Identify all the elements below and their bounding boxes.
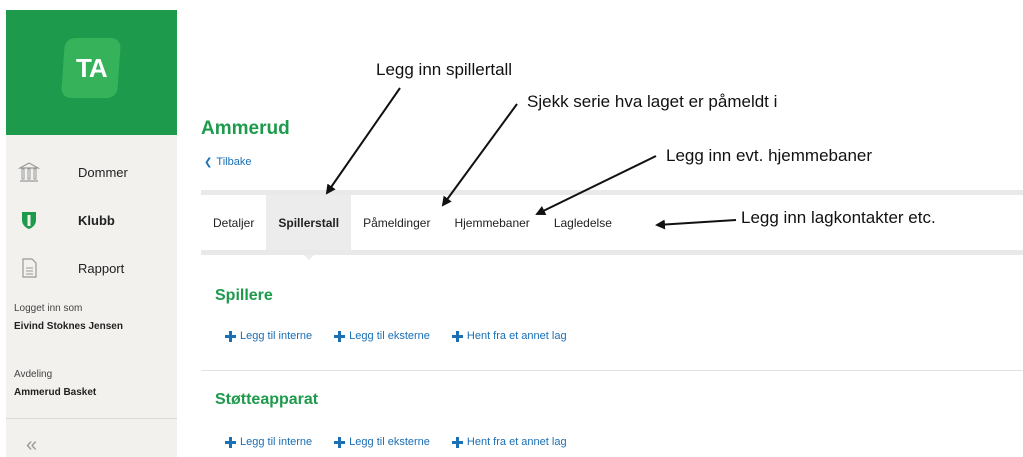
shield-icon	[18, 209, 40, 231]
sidebar-item-label: Dommer	[78, 164, 128, 180]
back-link[interactable]: ❮ Tilbake	[204, 156, 251, 168]
logged-in-user: Eivind Stoknes Jensen	[14, 321, 123, 332]
sidebar-item-dommer[interactable]: Dommer	[6, 148, 177, 196]
fetch-players-other-team-button[interactable]: Hent fra et annet lag	[451, 330, 567, 342]
app-logo[interactable]: TA	[60, 38, 122, 98]
plus-icon	[451, 330, 463, 342]
back-label: Tilbake	[216, 156, 252, 168]
sidebar-item-klubb[interactable]: Klubb	[6, 196, 177, 244]
tabbar-border-bottom	[201, 250, 1023, 255]
department-name: Ammerud Basket	[14, 387, 97, 398]
add-external-staff-button[interactable]: Legg til eksterne	[334, 436, 430, 448]
courthouse-icon	[18, 161, 40, 183]
stotteapparat-actions: Legg til interne Legg til eksterne Hent …	[225, 436, 589, 448]
plus-icon	[334, 330, 346, 342]
page-title: Ammerud	[201, 118, 290, 139]
sidebar-nav: Dommer Klubb Rapport	[6, 148, 177, 292]
sidebar-divider	[6, 418, 177, 419]
annotation-lagkontakter: Legg inn lagkontakter etc.	[741, 208, 936, 227]
department-label: Avdeling	[14, 369, 53, 380]
brand-header: TA	[6, 10, 177, 135]
add-external-players-button[interactable]: Legg til eksterne	[334, 330, 430, 342]
sidebar-item-label: Rapport	[78, 260, 125, 276]
spillere-actions: Legg til interne Legg til eksterne Hent …	[225, 330, 589, 342]
plus-icon	[225, 436, 236, 448]
plus-icon	[225, 330, 236, 342]
annotation-serie: Sjekk serie hva laget er påmeldt i	[527, 92, 778, 111]
section-divider	[201, 370, 1023, 371]
double-chevron-left-icon[interactable]: «	[26, 434, 37, 457]
annotation-hjemmebaner: Legg inn evt. hjemmebaner	[666, 146, 873, 165]
tab-detaljer[interactable]: Detaljer	[201, 195, 266, 250]
chevron-left-icon: ❮	[204, 157, 213, 168]
tab-hjemmebaner[interactable]: Hjemmebaner	[442, 195, 541, 250]
add-internal-players-button[interactable]: Legg til interne	[225, 330, 312, 342]
fetch-staff-other-team-button[interactable]: Hent fra et annet lag	[451, 436, 567, 448]
document-icon	[18, 257, 40, 279]
tab-spillerstall[interactable]: Spillerstall	[266, 195, 352, 260]
main-content: Ammerud ❮ Tilbake Detaljer Spillerstall P…	[177, 0, 1023, 457]
sidebar-item-label: Klubb	[78, 212, 115, 228]
plus-icon	[451, 436, 463, 448]
plus-icon	[334, 436, 346, 448]
department-info: Avdeling Ammerud Basket	[14, 366, 96, 402]
tab-lagledelse[interactable]: Lagledelse	[542, 195, 624, 250]
section-title-stotteapparat: Støtteapparat	[215, 391, 319, 408]
logged-in-info: Logget inn som Eivind Stoknes Jensen	[14, 300, 123, 336]
sidebar: TA Dommer Klubb Rapport Logget inn som E…	[6, 10, 177, 457]
sidebar-item-rapport[interactable]: Rapport	[6, 244, 177, 292]
annotation-spillertall: Legg inn spillertall	[376, 60, 513, 79]
logged-in-label: Logget inn som	[14, 303, 83, 314]
tab-pameldinger[interactable]: Påmeldinger	[351, 195, 442, 250]
tab-bar: Detaljer Spillerstall Påmeldinger Hjemme…	[201, 195, 624, 260]
section-title-spillere: Spillere	[215, 287, 273, 304]
add-internal-staff-button[interactable]: Legg til interne	[225, 436, 312, 448]
